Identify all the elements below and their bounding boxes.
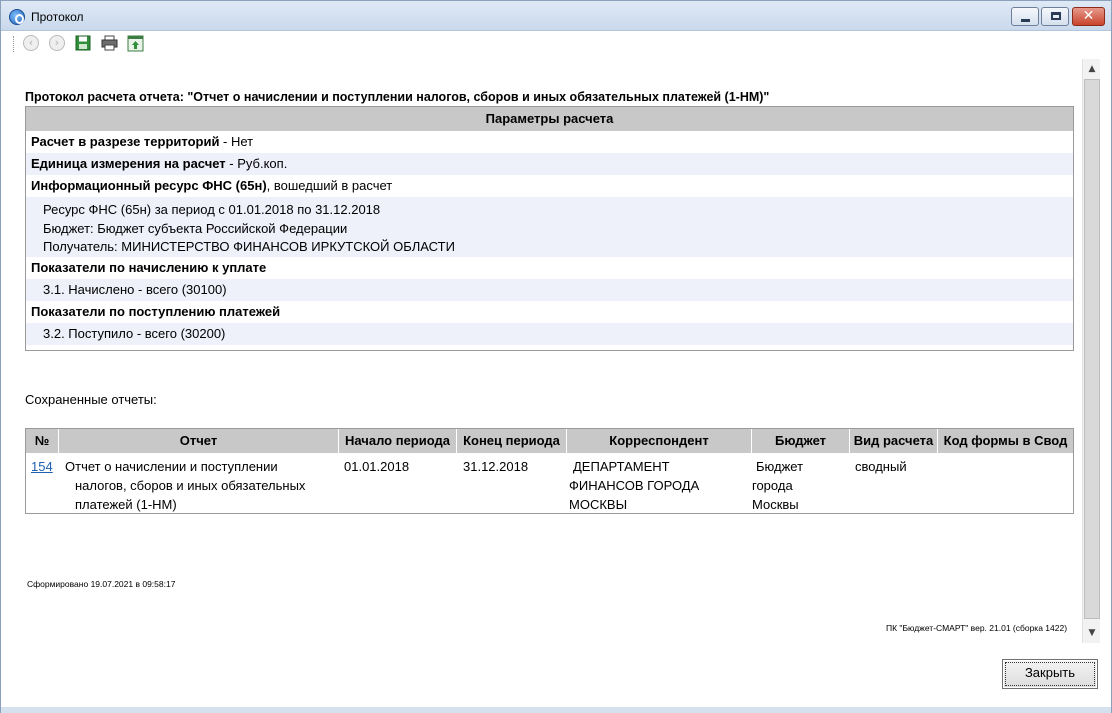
generated-timestamp: Сформировано 19.07.2021 в 09:58:17 [27,579,176,589]
param-receipt: Показатели по поступлению платежей [26,301,1073,323]
col-header-start: Начало периода [339,429,457,453]
row-end: 31.12.2018 [463,459,529,474]
close-button[interactable]: Закрыть [1002,659,1098,689]
forward-button[interactable]: › [49,35,67,53]
scroll-up-icon[interactable]: ▲ [1084,61,1100,78]
maximize-button[interactable] [1041,7,1069,26]
print-button[interactable] [101,35,119,53]
param-unit-value: - Руб.коп. [225,156,288,171]
saved-reports-label: Сохраненные отчеты: [25,392,157,407]
scroll-thumb[interactable] [1084,79,1100,619]
row-report-line: платежей (1-НМ) [75,497,177,512]
col-header-end: Конец периода [457,429,567,453]
row-correspondent: ДЕПАРТАМЕНТ ФИНАНСОВ ГОРОДА МОСКВЫ [569,457,749,514]
save-icon [75,35,91,51]
param-resource-details: Ресурс ФНС (65н) за период с 01.01.2018 … [26,197,1073,257]
toolbar-grip[interactable] [13,36,15,52]
minimize-icon [1021,19,1030,22]
back-button[interactable]: ‹ [23,35,41,53]
param-territory: Расчет в разрезе территорий - Нет [26,131,1073,153]
row-budget-line: города [752,478,793,493]
report-content: Протокол расчета отчета: "Отчет о начисл… [9,59,1082,651]
param-unit: Единица измерения на расчет - Руб.коп. [26,153,1073,175]
params-header: Параметры расчета [26,107,1073,131]
row-correspondent-line: ФИНАНСОВ ГОРОДА [569,478,700,493]
row-budget-line: Москвы [752,497,799,512]
row-report-line: налогов, сборов и иных обязательных [75,478,306,493]
row-correspondent-line: ДЕПАРТАМЕНТ [573,459,670,474]
resource-recipient: Получатель: МИНИСТЕРСТВО ФИНАНСОВ ИРКУТС… [43,239,455,254]
back-icon: ‹ [23,35,39,51]
close-icon: ✕ [1082,8,1095,24]
param-receipt-label: Показатели по поступлению платежей [31,304,281,319]
export-icon [127,35,144,52]
minimize-button[interactable] [1011,7,1039,26]
param-accrual-item: 3.1. Начислено - всего (30100) [26,279,1073,301]
maximize-icon [1051,12,1061,20]
save-button[interactable] [75,35,93,53]
col-header-correspondent: Корреспондент [567,429,752,453]
row-number-link[interactable]: 154 [31,457,53,476]
window-close-button[interactable]: ✕ [1072,7,1105,26]
param-receipt-item: 3.2. Поступило - всего (30200) [26,323,1073,345]
report-title: Протокол расчета отчета: "Отчет о начисл… [25,90,770,104]
row-number[interactable]: 154 [31,459,53,474]
col-header-num: № [26,429,59,453]
row-correspondent-line: МОСКВЫ [569,497,628,512]
param-accrual: Показатели по начислению к уплате [26,257,1073,279]
print-icon [101,35,118,51]
protocol-window: Протокол ✕ ‹ › Протокол расчета отчета: … [0,0,1112,713]
row-report: Отчет о начислении и поступлении налогов… [65,457,335,514]
col-header-calc-type: Вид расчета [850,429,938,453]
params-table: Параметры расчета Расчет в разрезе терри… [25,106,1074,351]
window-bottom-border [1,707,1111,713]
param-unit-label: Единица измерения на расчет [31,156,226,171]
col-header-form-code: Код формы в Свод [943,433,1068,448]
row-report-line: Отчет о начислении и поступлении [65,459,278,474]
row-budget: Бюджет города Москвы [752,457,847,514]
vertical-scrollbar[interactable]: ▲ ▼ [1082,59,1100,643]
resource-budget: Бюджет: Бюджет субъекта Российской Федер… [43,220,348,236]
col-header-budget: Бюджет [752,429,850,453]
toolbar: ‹ › [1,31,1111,57]
version-info: ПК "Бюджет-СМАРТ" вер. 21.01 (сборка 142… [886,623,1068,633]
row-budget-line: Бюджет [756,459,804,474]
table-header: № Отчет Начало периода Конец периода Кор… [26,429,1073,453]
param-resource-value: , вошедший в расчет [266,178,393,193]
param-accrual-label: Показатели по начислению к уплате [31,260,267,275]
saved-reports-table: № Отчет Начало периода Конец периода Кор… [25,428,1074,514]
resource-period: Ресурс ФНС (65н) за период с 01.01.2018 … [43,202,381,217]
app-logo-icon [9,9,25,25]
row-start: 01.01.2018 [344,459,410,474]
param-territory-label: Расчет в разрезе территорий [31,134,220,149]
row-calc-type: сводный [855,459,907,474]
forward-icon: › [49,35,65,51]
param-resource-label: Информационный ресурс ФНС (65н) [31,178,267,193]
scroll-down-icon[interactable]: ▼ [1084,625,1100,642]
param-territory-value: - Нет [219,134,254,149]
param-resource: Информационный ресурс ФНС (65н), вошедши… [26,175,1073,197]
title-bar[interactable]: Протокол ✕ [1,1,1111,31]
col-header-report: Отчет [59,429,339,453]
export-button[interactable] [127,35,145,53]
window-title: Протокол [31,10,84,24]
